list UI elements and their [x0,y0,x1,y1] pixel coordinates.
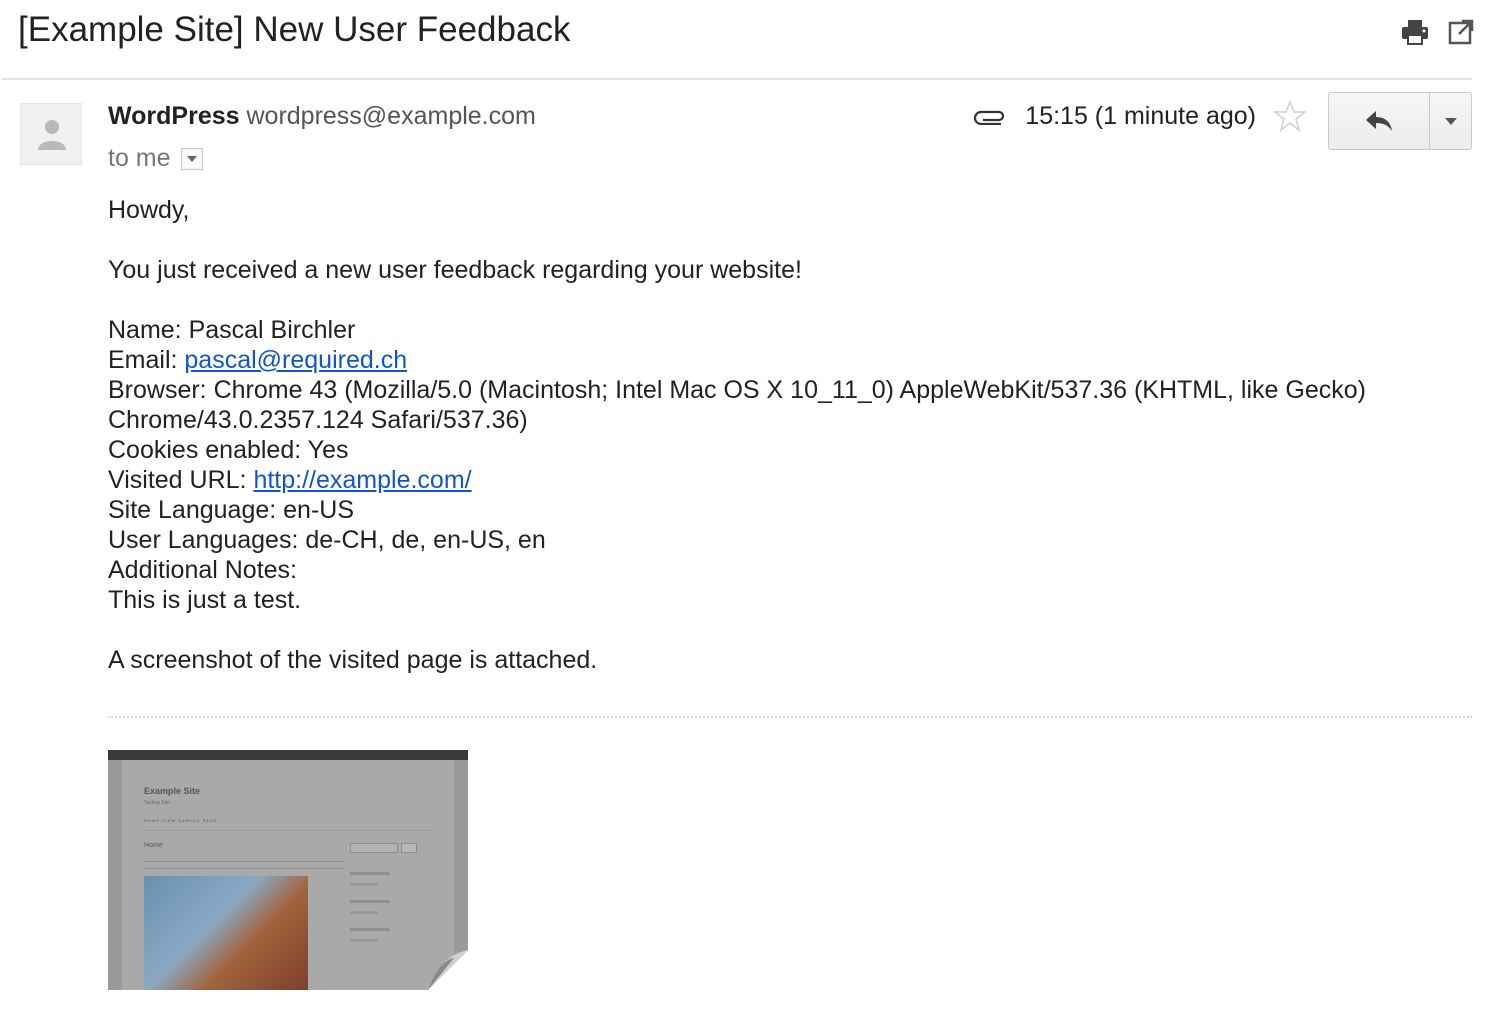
sender-name[interactable]: WordPress [108,102,240,130]
screenshot-nav: HOME VIEW SAMPLE PAGE [144,818,218,823]
email-subject: [Example Site] New User Feedback [18,10,571,49]
notes-label: Additional Notes: [108,556,298,584]
reply-button-group [1328,92,1472,150]
message-meta: 15:15 (1 minute ago) [973,100,1306,132]
new-window-icon[interactable] [1448,19,1474,45]
sender-email: wordpress@example.com [246,102,536,130]
outro-text: A screenshot of the visited page is atta… [108,646,598,674]
sender-line: WordPress wordpress@example.com [108,102,536,131]
url-label: Visited URL: [108,466,254,494]
browser-line-1: Browser: Chrome 43 (Mozilla/5.0 (Macinto… [108,376,1366,404]
name-line: Name: Pascal Birchler [108,316,356,344]
screenshot-photo [144,876,308,990]
notes-text: This is just a test. [108,586,302,614]
site-language-line: Site Language: en-US [108,496,355,524]
recipient-label: to me [108,144,171,172]
screenshot-site-tagline: Testing Site [144,800,170,806]
header-actions [1400,18,1474,46]
browser-line: Browser: Chrome 43 (Mozilla/5.0 (Macinto… [108,375,1428,435]
star-icon[interactable] [1274,100,1306,132]
visited-url-link[interactable]: http://example.com/ [253,466,471,494]
browser-line-2: Chrome/43.0.2357.124 Safari/537.36) [108,406,528,434]
greeting: Howdy, [108,196,190,224]
screenshot-heading: Home [144,842,163,849]
more-actions-button[interactable] [1430,93,1471,149]
caret-down-icon [1444,117,1457,125]
screenshot-rule [144,830,432,831]
screenshot-sidebar [350,840,430,942]
recipient-line: to me [108,144,203,173]
caret-down-icon [186,155,197,162]
reply-button[interactable] [1329,93,1430,149]
screenshot-text [144,858,344,872]
paperclip-icon [974,110,1005,125]
screenshot-admin-bar [108,750,468,760]
url-line: Visited URL: http://example.com/ [108,465,1428,495]
email-label: Email: [108,346,185,374]
email-link[interactable]: pascal@required.ch [184,346,407,374]
message-body: Howdy, You just received a new user feed… [108,195,1428,675]
details-dropdown[interactable] [180,147,203,170]
email-line: Email: pascal@required.ch [108,345,1428,375]
sender-avatar[interactable] [20,103,82,165]
message-time: 15:15 (1 minute ago) [1025,101,1256,130]
cookies-line: Cookies enabled: Yes [108,436,349,464]
print-icon[interactable] [1400,18,1430,46]
reply-icon [1366,111,1392,131]
intro-text: You just received a new user feedback re… [108,256,802,284]
page-curl-icon [428,950,468,990]
person-icon [38,120,66,150]
screenshot-site-title: Example Site [144,786,201,796]
user-languages-line: User Languages: de-CH, de, en-US, en [108,526,546,554]
header-divider [2,78,1472,80]
attachment-thumbnail[interactable]: Example Site Testing Site HOME VIEW SAMP… [108,750,468,990]
attachment-divider [108,716,1472,718]
